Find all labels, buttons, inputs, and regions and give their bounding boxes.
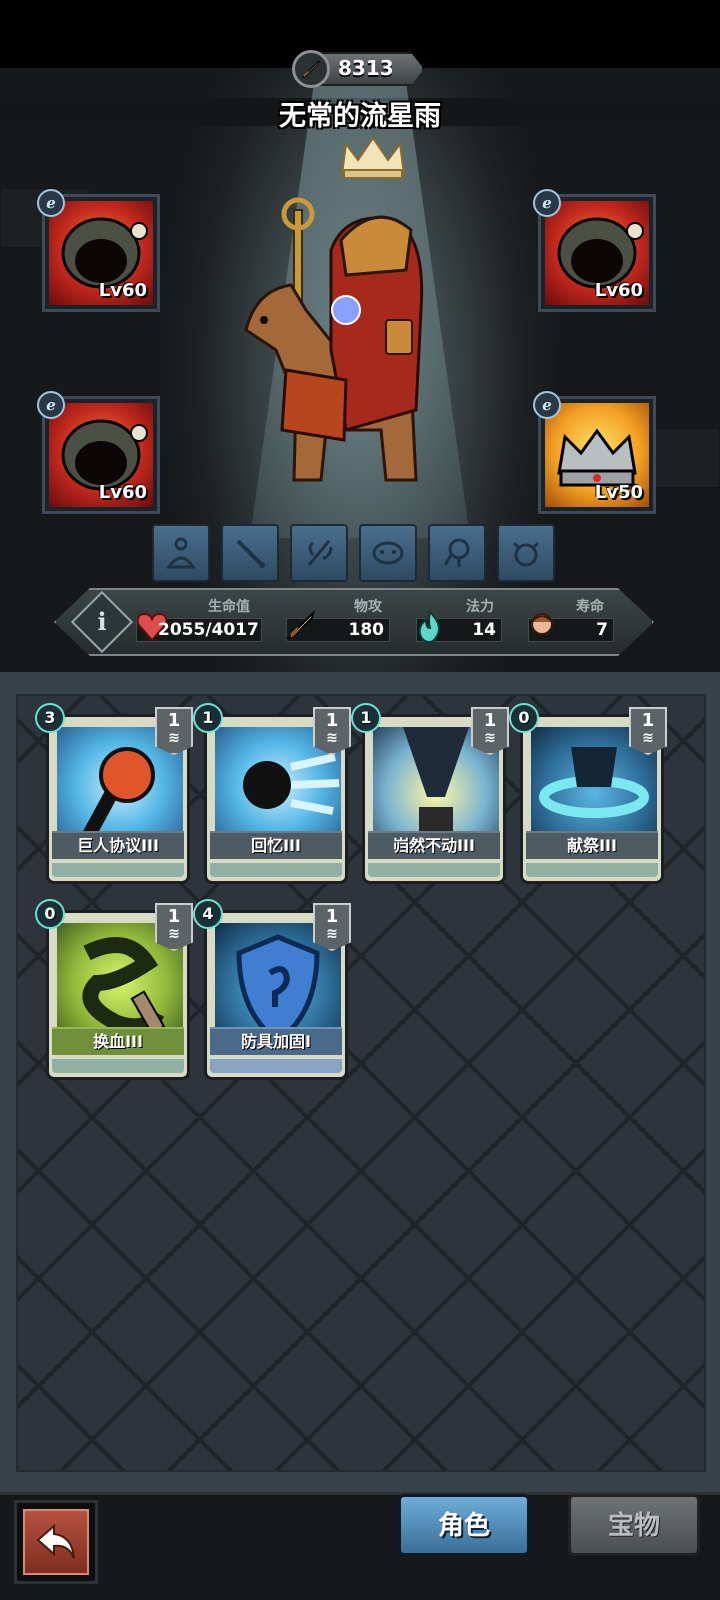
stats-panel: i 生命值 2055/4017 物攻 180 法力 14 寿命 7 [54, 588, 654, 656]
skill-slot-meditate[interactable] [152, 524, 210, 582]
layers-icon: ≋ [168, 926, 180, 942]
card-unmoved[interactable]: ★★★ 岿然不动III 1 1≋ [351, 703, 509, 884]
sword-icon [292, 50, 330, 88]
card-count-value: 1 [325, 710, 339, 731]
card-foot [368, 863, 500, 877]
card-foot [52, 863, 184, 877]
card-count: 1 ≋ [629, 707, 667, 755]
card-name: 献祭III [526, 831, 658, 859]
back-arrow-icon [36, 1523, 75, 1559]
card-count-value: 1 [167, 906, 181, 927]
demon-icon [512, 541, 540, 567]
atk-label: 物攻 [354, 599, 382, 615]
card-name: 巨人协议III [52, 831, 184, 859]
equip-art: Lv60 [49, 403, 153, 507]
meditate-icon [166, 537, 196, 569]
card-count: 1 ≋ [155, 707, 193, 755]
card-count: 1 ≋ [313, 903, 351, 951]
equip-level: Lv60 [98, 280, 147, 301]
card-armor-reinforce[interactable]: ★★★ 防具加固I 4 1≋ [193, 899, 351, 1080]
card-foot [52, 1059, 184, 1073]
life-value: 7 [596, 620, 608, 640]
face-icon [372, 541, 404, 565]
card-cost: 0 [509, 703, 539, 733]
equip-art: Lv60 [49, 201, 153, 305]
layers-icon: ≋ [642, 730, 654, 746]
tab-treasure[interactable]: 宝物 [568, 1494, 700, 1556]
card-count-value: 1 [325, 906, 339, 927]
equip-slot-4[interactable]: Lv50 ℯ [533, 391, 656, 514]
card-sacrifice[interactable]: ★★★ 献祭III 0 1≋ [509, 703, 667, 884]
card-cost: 4 [193, 899, 223, 929]
equip-tag: ℯ [37, 189, 65, 217]
skill-slot-sword[interactable] [221, 524, 279, 582]
hero-name: 无常的流星雨 [279, 101, 441, 132]
herb-icon [307, 540, 333, 566]
card-cost: 0 [35, 899, 65, 929]
layers-icon: ≋ [326, 926, 338, 942]
equip-slot-3[interactable]: Lv60 ℯ [37, 391, 160, 514]
layers-icon: ≋ [168, 730, 180, 746]
hp-value: 2055/4017 [158, 620, 259, 640]
card-foot [526, 863, 658, 877]
sword-icon [236, 539, 265, 568]
card-count: 1 ≋ [471, 707, 509, 755]
skill-slot-herb[interactable] [290, 524, 348, 582]
life-label: 寿命 [576, 599, 604, 615]
back-button[interactable] [14, 1500, 98, 1584]
card-name: 回忆III [210, 831, 342, 859]
card-name: 岿然不动III [368, 831, 500, 859]
card-blood-swap[interactable]: ★★★ 换血III 0 1≋ [35, 899, 193, 1080]
card-count-value: 1 [167, 710, 181, 731]
card-cost: 1 [193, 703, 223, 733]
mana-label: 法力 [466, 599, 494, 615]
equip-tag: ℯ [533, 391, 561, 419]
card-foot [210, 1059, 342, 1073]
equip-level: Lv60 [594, 280, 643, 301]
hero-character[interactable] [236, 180, 452, 530]
card-foot [210, 863, 342, 877]
card-count-value: 1 [641, 710, 655, 731]
card-count: 1 ≋ [155, 903, 193, 951]
equip-level: Lv60 [98, 482, 147, 503]
info-button[interactable]: i [80, 600, 124, 644]
card-count: 1 ≋ [313, 707, 351, 755]
card-cost: 3 [35, 703, 65, 733]
equip-art: Lv60 [545, 201, 649, 305]
card-name: 换血III [52, 1027, 184, 1055]
back-button-face [23, 1509, 89, 1575]
card-name: 防具加固I [210, 1027, 342, 1055]
layers-icon: ≋ [484, 730, 496, 746]
atk-value: 180 [348, 620, 385, 640]
tab-role[interactable]: 角色 [398, 1494, 530, 1556]
equip-slot-2[interactable]: Lv60 ℯ [533, 189, 656, 312]
card-cost: 1 [351, 703, 381, 733]
equip-tag: ℯ [37, 391, 65, 419]
skull-icon [443, 538, 470, 567]
skill-slot-demon[interactable] [497, 524, 555, 582]
sword-icon [285, 609, 315, 639]
hp-label: 生命值 [208, 599, 250, 615]
power-badge: 8313 [292, 50, 428, 88]
skill-slot-face[interactable] [359, 524, 417, 582]
power-value: 8313 [338, 56, 394, 80]
card-giant-pact[interactable]: ★★★ 巨人协议III 3 1≋ [35, 703, 193, 884]
equip-art: Lv50 [545, 403, 649, 507]
card-memory[interactable]: ★★★ 回忆III 1 1≋ [193, 703, 351, 884]
card-count-value: 1 [483, 710, 497, 731]
crown-icon [340, 136, 406, 179]
equip-level: Lv50 [594, 482, 643, 503]
layers-icon: ≋ [326, 730, 338, 746]
mana-value: 14 [472, 620, 496, 640]
equip-tag: ℯ [533, 189, 561, 217]
skill-slot-skull[interactable] [428, 524, 486, 582]
equip-slot-1[interactable]: Lv60 ℯ [37, 189, 160, 312]
